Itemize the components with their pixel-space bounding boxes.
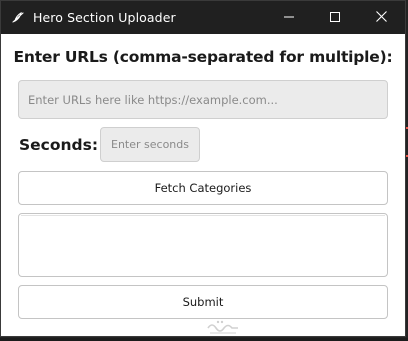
submit-label: Submit: [182, 295, 224, 309]
urls-heading: Enter URLs (comma-separated for multiple…: [13, 48, 393, 66]
seconds-input[interactable]: [100, 127, 200, 162]
categories-list[interactable]: [18, 213, 388, 277]
close-icon: [375, 9, 387, 27]
fetch-categories-button[interactable]: Fetch Categories: [18, 171, 388, 205]
title-bar[interactable]: Hero Section Uploader: [1, 1, 405, 34]
submit-button[interactable]: Submit: [18, 285, 388, 319]
watermark-logo: [206, 318, 240, 336]
fetch-categories-label: Fetch Categories: [154, 181, 252, 195]
form-area: Enter URLs (comma-separated for multiple…: [1, 34, 405, 336]
list-inner-border: [21, 215, 385, 216]
minimize-icon: [284, 9, 294, 27]
seconds-label: Seconds:: [19, 136, 99, 154]
app-window: Hero Section Uploader Enter URLs (comma-…: [0, 0, 406, 337]
minimize-button[interactable]: [266, 1, 312, 34]
maximize-icon: [330, 9, 340, 27]
close-button[interactable]: [358, 1, 404, 34]
maximize-button[interactable]: [312, 1, 358, 34]
window-title: Hero Section Uploader: [33, 10, 176, 25]
urls-input[interactable]: [18, 80, 388, 119]
feather-icon: [12, 12, 24, 23]
